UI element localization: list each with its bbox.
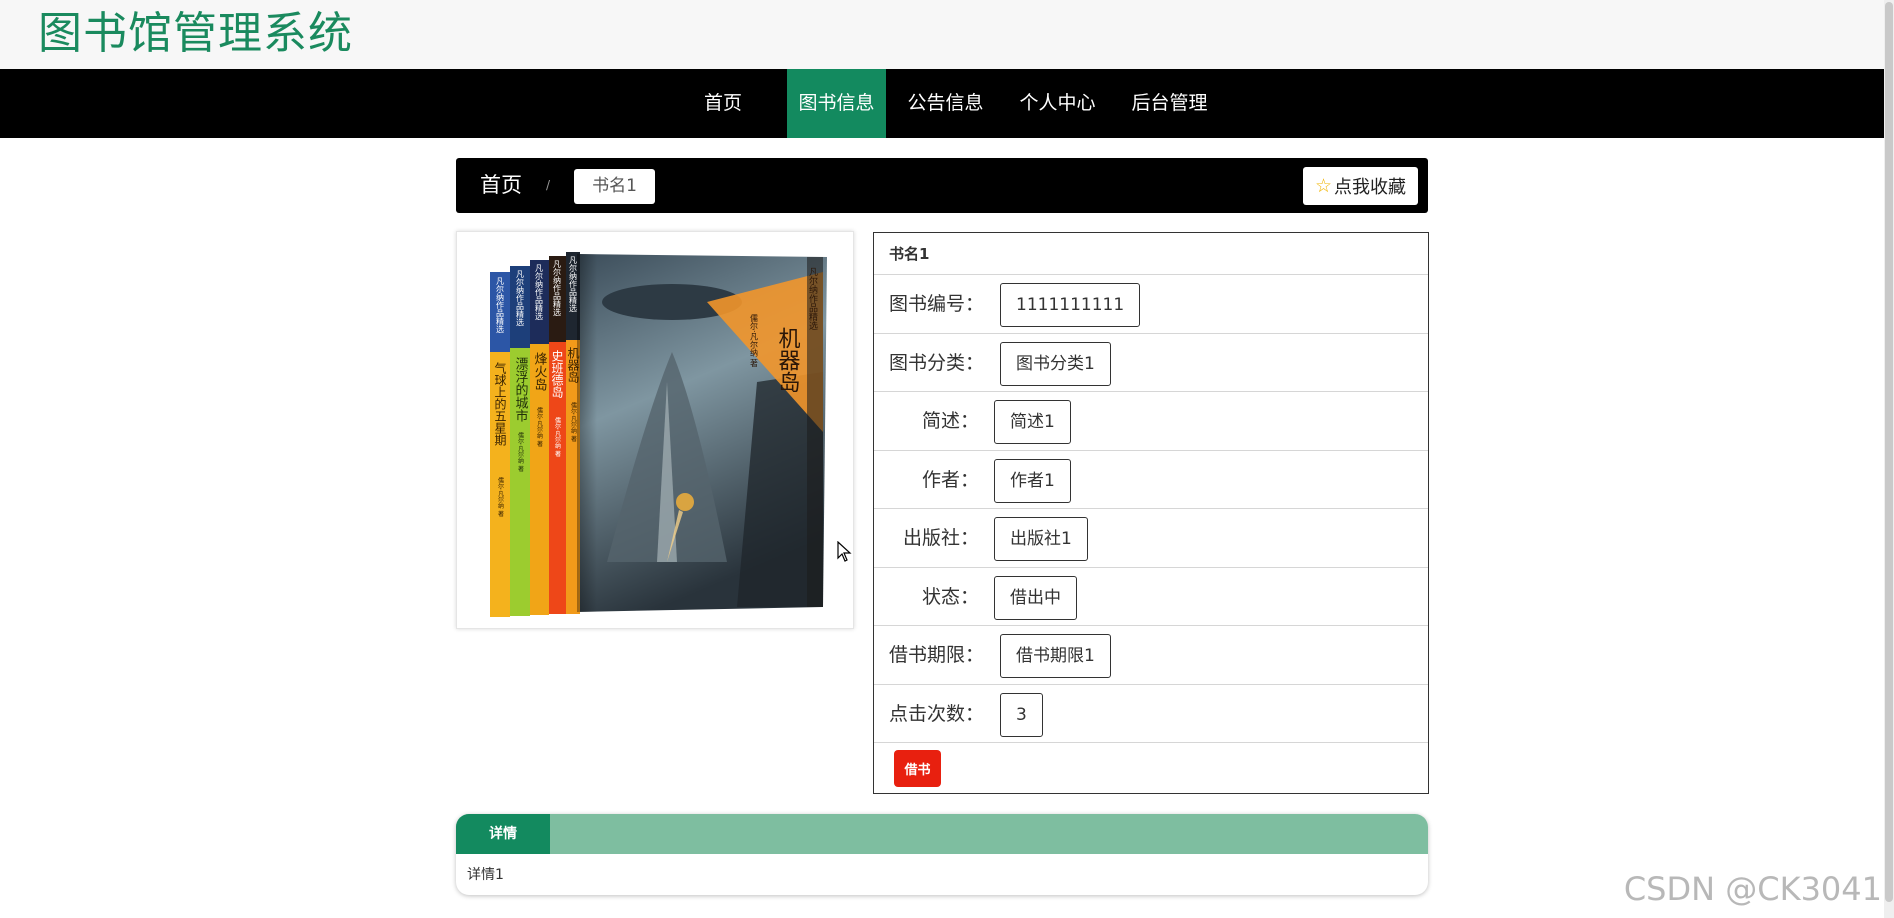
field-value-summary: 简述1 [994,400,1071,444]
details-row-publisher: 出版社： 出版社1 [874,509,1428,568]
field-value-publisher: 出版社1 [994,517,1088,561]
field-label: 图书编号： [889,293,985,315]
field-label: 借书期限： [889,644,985,666]
site-header: 图书馆管理系统 [0,0,1884,69]
details-row-summary: 简述： 简述1 [874,392,1428,451]
breadcrumb-separator: / [546,178,551,192]
details-row-category: 图书分类： 图书分类1 [874,334,1428,392]
spine-shadow [577,254,597,612]
breadcrumb-home-link[interactable]: 首页 [480,158,522,213]
nav-item-book-info[interactable]: 图书信息 [787,69,886,138]
field-value-author: 作者1 [994,458,1071,503]
front-cover-author: 儒尔·凡尔纳 著 [750,313,759,368]
nav-item-home[interactable]: 首页 [686,69,760,138]
breadcrumb-current: 书名1 [574,169,655,204]
front-cover: 机器岛 凡尔纳作品精选 儒尔·凡尔纳 著 [575,254,827,612]
front-cover-series: 凡尔纳作品精选 [807,267,818,331]
book-cover-image: 机器岛 凡尔纳作品精选 儒尔·凡尔纳 著 凡尔纳作品精选 气球上的五星期 儒尔·… [490,252,827,617]
watermark: CSDN @CK3041 [1623,870,1882,908]
field-label: 点击次数： [889,702,985,725]
mouse-cursor-icon [837,541,852,562]
main-nav: 首页 图书信息 公告信息 个人中心 后台管理 [0,69,1884,138]
details-row-author: 作者： 作者1 [874,451,1428,509]
tab-bar [456,814,1428,854]
svg-text:漂浮的城市: 漂浮的城市 [513,356,529,422]
svg-text:凡尔纳作品精选: 凡尔纳作品精选 [516,270,525,327]
details-action-row: 借书 [874,743,1428,793]
detail-tabs-panel: 详情 详情1 [456,814,1428,895]
front-cover-title: 机器岛 [775,327,801,393]
star-icon: ☆ [1314,175,1333,197]
details-title-row: 书名1 [874,233,1428,275]
nav-item-admin[interactable]: 后台管理 [1120,69,1219,138]
nav-item-announcements[interactable]: 公告信息 [896,69,995,138]
svg-text:凡尔纳作品精选: 凡尔纳作品精选 [569,256,578,313]
svg-text:凡尔纳作品精选: 凡尔纳作品精选 [496,277,505,334]
field-value-click-count: 3 [1000,692,1043,737]
svg-text:儒尔·凡尔纳 著: 儒尔·凡尔纳 著 [536,406,543,448]
breadcrumb: 首页 / 书名1 ☆ 点我收藏 [456,158,1428,213]
svg-text:儒尔·凡尔纳 著: 儒尔·凡尔纳 著 [570,401,577,443]
svg-text:儒尔·凡尔纳 著: 儒尔·凡尔纳 著 [517,431,524,473]
svg-text:儒尔·凡尔纳 著: 儒尔·凡尔纳 著 [497,476,504,518]
svg-text:气球上的五星期: 气球上的五星期 [493,361,507,446]
page-scrollbar[interactable] [1884,0,1894,918]
details-row-status: 状态： 借出中 [874,568,1428,626]
field-label: 作者： [922,468,980,491]
book-details-table: 书名1 图书编号： 1111111111 图书分类： 图书分类1 简述： 简述1… [873,232,1429,794]
details-row-loan-period: 借书期限： 借书期限1 [874,626,1428,685]
tab-content: 详情1 [467,867,504,883]
field-value-book-number: 1111111111 [1000,283,1141,327]
book-title: 书名1 [889,245,930,263]
svg-text:凡尔纳作品精选: 凡尔纳作品精选 [553,260,562,317]
borrow-button[interactable]: 借书 [894,750,941,787]
book-spine: 凡尔纳作品精选 史班德岛 儒尔·凡尔纳 著 [549,256,566,614]
book-spine: 凡尔纳作品精选 烽火岛 儒尔·凡尔纳 著 [530,260,549,615]
nav-item-personal-center[interactable]: 个人中心 [1008,69,1107,138]
scrollbar-thumb[interactable] [1885,2,1893,902]
favorite-button[interactable]: ☆ 点我收藏 [1303,167,1418,205]
field-label: 出版社： [903,527,980,549]
tab-details[interactable]: 详情 [456,814,550,854]
field-label: 图书分类： [889,351,985,374]
svg-text:烽火岛: 烽火岛 [532,352,548,391]
field-value-status: 借出中 [994,575,1077,620]
field-value-loan-period: 借书期限1 [1000,634,1111,678]
field-label: 简述： [922,410,980,432]
svg-text:史班德岛: 史班德岛 [550,350,564,399]
favorite-label: 点我收藏 [1334,177,1407,198]
book-spine: 凡尔纳作品精选 气球上的五星期 儒尔·凡尔纳 著 [490,272,510,617]
book-spine: 凡尔纳作品精选 漂浮的城市 儒尔·凡尔纳 著 [510,266,530,616]
field-value-category: 图书分类1 [1000,341,1111,386]
book-cover-frame: 机器岛 凡尔纳作品精选 儒尔·凡尔纳 著 凡尔纳作品精选 气球上的五星期 儒尔·… [456,231,854,629]
field-label: 状态： [922,585,980,608]
svg-text:儒尔·凡尔纳 著: 儒尔·凡尔纳 著 [554,416,561,458]
details-row-book-number: 图书编号： 1111111111 [874,275,1428,334]
svg-text:凡尔纳作品精选: 凡尔纳作品精选 [535,264,544,321]
site-logo-title: 图书馆管理系统 [38,8,353,59]
details-row-click-count: 点击次数： 3 [874,685,1428,743]
